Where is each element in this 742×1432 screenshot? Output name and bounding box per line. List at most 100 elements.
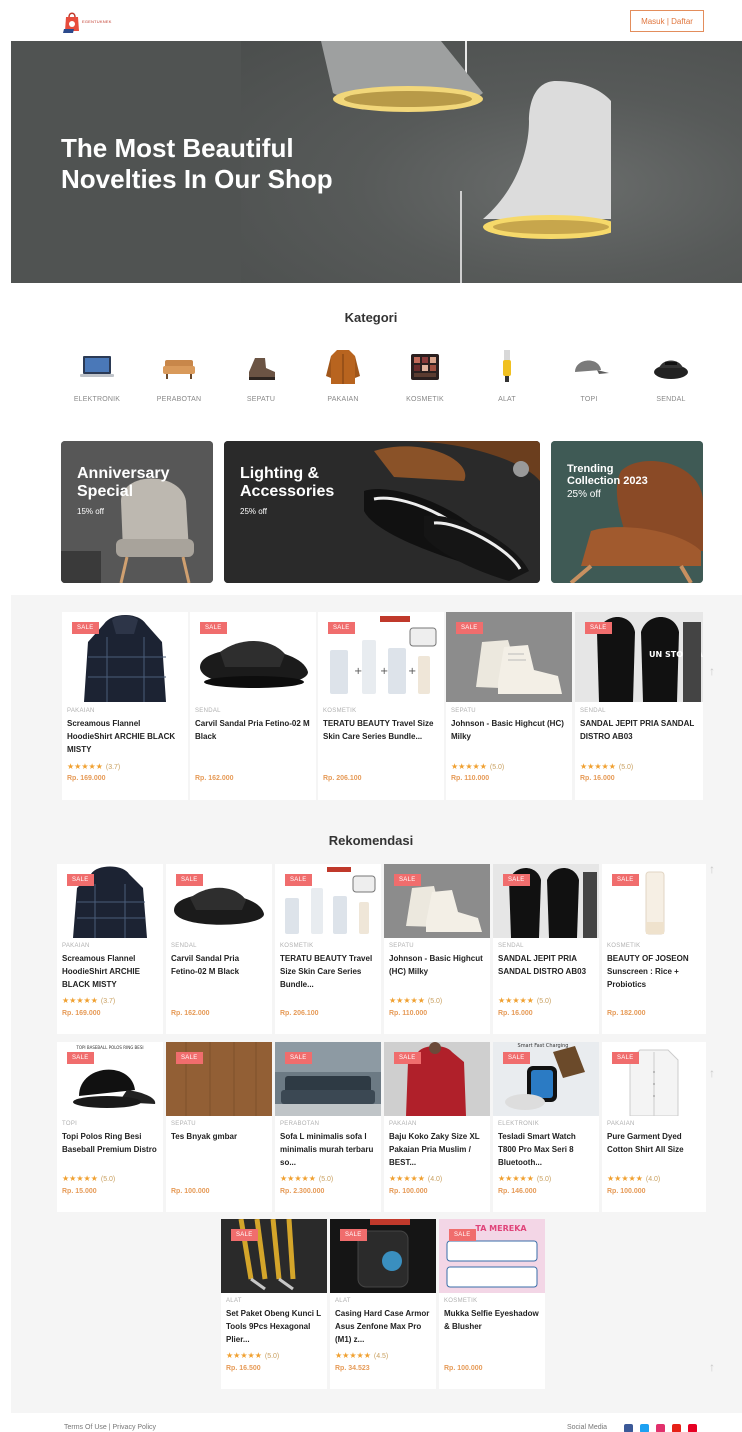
product-price: Rp. 169.000: [67, 775, 106, 782]
sale-badge: SALE: [67, 1052, 94, 1064]
rating-stars-icon: ★★★★★: [62, 996, 98, 1005]
product-card[interactable]: SALE PAKAIAN Baju Koko Zaky Size XL Paka…: [384, 1042, 490, 1212]
category-sepatu[interactable]: SEPATU: [221, 342, 301, 408]
product-card[interactable]: SALE KOSMETIK BEAUTY OF JOSEON Sunscreen…: [602, 864, 706, 1034]
categories-title: Kategori: [344, 310, 398, 325]
product-card[interactable]: SALE SEPATU Johnson - Basic Highcut (HC)…: [384, 864, 490, 1034]
product-category: SENDAL: [171, 943, 197, 949]
product-card[interactable]: SALE PAKAIAN Pure Garment Dyed Cotton Sh…: [602, 1042, 706, 1212]
product-card[interactable]: SALE SEPATU Tes Bnyak gmbar Rp. 100.000: [166, 1042, 272, 1212]
rating-value: (5.0): [536, 1176, 552, 1183]
category-alat[interactable]: ALAT: [467, 342, 547, 408]
product-card[interactable]: SALE SENDAL Carvil Sandal Pria Fetino-02…: [166, 864, 272, 1034]
product-rating: ★★★★★ (4.0): [389, 1174, 442, 1183]
category-perabotan[interactable]: PERABOTAN: [139, 342, 219, 408]
category-label: TOPI: [580, 396, 598, 403]
product-rating: ★★★★★ (5.0): [226, 1351, 279, 1360]
scroll-up-arrow-icon[interactable]: ↑: [705, 1360, 719, 1374]
svg-text:+: +: [354, 666, 362, 677]
product-name: Set Paket Obeng Kunci L Tools 9Pcs Hexag…: [226, 1309, 321, 1344]
logo-wordmark: EGENTUKNEK: [82, 19, 112, 24]
product-card[interactable]: SALE KOSMETIK TERATU BEAUTY Travel Size …: [275, 864, 381, 1034]
product-card[interactable]: UN STOP PABLE SALE SENDAL SANDAL JEPIT P…: [575, 612, 703, 800]
sale-badge: SALE: [67, 874, 94, 886]
sale-badge: SALE: [449, 1229, 476, 1241]
cap-icon: [575, 360, 609, 374]
category-elektronik[interactable]: ELEKTRONIK: [57, 342, 137, 408]
product-card[interactable]: SALE ALAT Casing Hard Case Armor Asus Ze…: [330, 1219, 436, 1389]
tool-icon: [503, 350, 511, 382]
sale-badge: SALE: [612, 1052, 639, 1064]
product-card[interactable]: SALE PAKAIAN Screamous Flannel HoodieShi…: [57, 864, 163, 1034]
category-label: PERABOTAN: [156, 396, 202, 403]
product-card[interactable]: SALE PERABOTAN Sofa L minimalis sofa l m…: [275, 1042, 381, 1212]
site-header: EGENTUKNEK Masuk | Daftar: [0, 0, 742, 40]
twitter-icon[interactable]: [640, 1424, 649, 1432]
product-name: Screamous Flannel HoodieShirt ARCHIE BLA…: [62, 954, 140, 989]
rating-value: (5.0): [100, 1176, 116, 1183]
rating-stars-icon: ★★★★★: [498, 1174, 534, 1183]
sale-badge: SALE: [456, 622, 483, 634]
rating-value: (5.0): [264, 1353, 280, 1360]
sale-badge: SALE: [394, 1052, 421, 1064]
product-rating: ★★★★★ (5.0): [498, 996, 551, 1005]
category-kosmetik[interactable]: KOSMETIK: [385, 342, 465, 408]
product-name: Johnson - Basic Highcut (HC) Milky: [451, 719, 564, 741]
category-pakaian[interactable]: PAKAIAN: [303, 342, 383, 408]
promo-lighting[interactable]: Lighting & Accessories 25% off: [224, 441, 540, 583]
sale-badge: SALE: [340, 1229, 367, 1241]
rating-stars-icon: ★★★★★: [580, 762, 616, 771]
rating-stars-icon: ★★★★★: [280, 1174, 316, 1183]
sofa-icon: [163, 360, 195, 379]
product-category: ELEKTRONIK: [498, 1121, 540, 1127]
hero-banner[interactable]: The Most Beautiful Novelties In Our Shop: [11, 41, 742, 283]
product-rating: ★★★★★ (3.7): [62, 996, 115, 1005]
product-card[interactable]: SALE SEPATU Johnson - Basic Highcut (HC)…: [446, 612, 572, 800]
facebook-icon[interactable]: [624, 1424, 633, 1432]
footer-links[interactable]: Terms Of Use | Privacy Policy: [64, 1424, 156, 1431]
product-price: Rp. 100.000: [444, 1365, 483, 1372]
product-name: Johnson - Basic Highcut (HC) Milky: [389, 954, 483, 976]
rating-value: (5.0): [489, 764, 505, 771]
product-name: Carvil Sandal Pria Fetino-02 M Black: [195, 719, 310, 741]
login-register-button[interactable]: Masuk | Daftar: [630, 10, 704, 32]
promo-trending[interactable]: Trending Collection 2023 25% off: [551, 441, 703, 583]
promo-anniversary[interactable]: Anniversary Special 15% off: [61, 441, 213, 583]
youtube-icon[interactable]: [672, 1424, 681, 1432]
svg-text:+: +: [408, 666, 416, 677]
product-name: Tes Bnyak gmbar: [171, 1132, 238, 1141]
product-category: PERABOTAN: [280, 1121, 320, 1127]
product-price: Rp. 146.000: [498, 1188, 537, 1195]
product-card[interactable]: SALE SENDAL SANDAL JEPIT PRIA SANDAL DIS…: [493, 864, 599, 1034]
product-card[interactable]: TOPI BASEBALL POLOS RING BESI SALE TOPI …: [57, 1042, 163, 1212]
category-sendal[interactable]: SENDAL: [631, 342, 711, 408]
product-card[interactable]: SALE SENDAL Carvil Sandal Pria Fetino-02…: [190, 612, 316, 800]
category-topi[interactable]: TOPI: [549, 342, 629, 408]
product-name: BEAUTY OF JOSEON Sunscreen : Rice + Prob…: [607, 954, 689, 989]
product-card[interactable]: TA MEREKA SALE KOSMETIK Mukka Selfie Eye…: [439, 1219, 545, 1389]
scroll-up-arrow-icon[interactable]: ↑: [705, 862, 719, 876]
scroll-up-arrow-icon[interactable]: ↑: [705, 1066, 719, 1080]
product-price: Rp. 206.100: [323, 775, 362, 782]
watch-banner-text: Smart Fast Charging: [518, 1043, 569, 1049]
product-rating: ★★★★★ (4.5): [335, 1351, 388, 1360]
site-logo[interactable]: EGENTUKNEK: [62, 9, 112, 35]
product-category: ALAT: [335, 1298, 351, 1304]
product-category: TOPI: [62, 1121, 78, 1127]
rating-value: (5.0): [618, 764, 634, 771]
product-card[interactable]: SALE PAKAIAN Screamous Flannel HoodieShi…: [62, 612, 188, 800]
product-price: Rp. 34.523: [335, 1365, 370, 1372]
product-card[interactable]: Smart Fast Charging SALE ELEKTRONIK Tesl…: [493, 1042, 599, 1212]
scroll-up-arrow-icon[interactable]: ↑: [705, 664, 719, 678]
product-card[interactable]: SALE ALAT Set Paket Obeng Kunci L Tools …: [221, 1219, 327, 1389]
sale-badge: SALE: [200, 622, 227, 634]
product-name: TERATU BEAUTY Travel Size Skin Care Seri…: [280, 954, 373, 989]
product-price: Rp. 182.000: [607, 1010, 646, 1017]
instagram-icon[interactable]: [656, 1424, 665, 1432]
rating-value: (4.5): [373, 1353, 389, 1360]
product-card[interactable]: + + + SALE KOSMETIK TERATU BEAUTY Travel…: [318, 612, 444, 800]
rating-value: (3.7): [105, 764, 121, 771]
rating-value: (3.7): [100, 998, 116, 1005]
category-label: ELEKTRONIK: [73, 396, 121, 403]
pinterest-icon[interactable]: [688, 1424, 697, 1432]
